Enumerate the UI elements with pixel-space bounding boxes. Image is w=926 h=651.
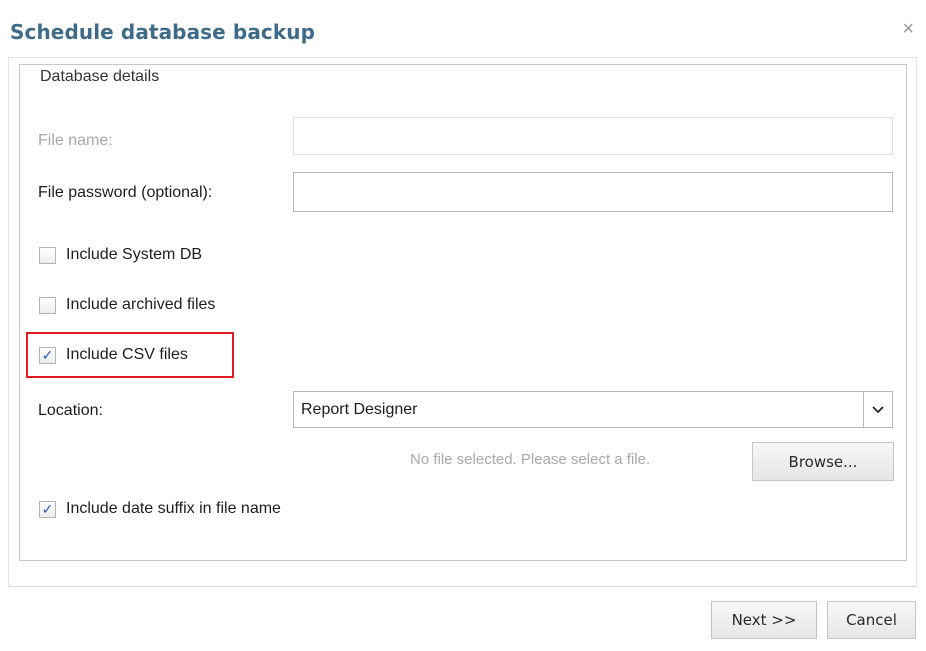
include-system-db-checkbox[interactable]: Include System DB — [39, 246, 202, 264]
file-password-input[interactable] — [293, 172, 893, 212]
chevron-down-icon-glyph — [872, 405, 884, 413]
checkbox-box[interactable] — [39, 246, 56, 264]
location-label: Location: — [38, 402, 103, 419]
file-name-input[interactable] — [293, 117, 893, 155]
schedule-backup-dialog: Schedule database backup × Database deta… — [0, 0, 926, 651]
chevron-down-icon[interactable] — [863, 392, 892, 427]
cancel-button[interactable]: Cancel — [827, 601, 916, 639]
include-archived-files-label: Include archived files — [66, 296, 216, 313]
location-select[interactable]: Report Designer — [293, 391, 893, 428]
close-icon[interactable]: × — [902, 18, 914, 40]
include-system-db-label: Include System DB — [66, 246, 203, 263]
include-archived-files-checkbox[interactable]: Include archived files — [39, 296, 215, 314]
next-button[interactable]: Next >> — [711, 601, 817, 639]
file-status-text: No file selected. Please select a file. — [410, 451, 651, 468]
include-date-suffix-checkbox[interactable]: ✓ Include date suffix in file name — [39, 500, 281, 518]
include-csv-files-checkbox[interactable]: ✓ Include CSV files — [39, 346, 188, 364]
location-selected-value: Report Designer — [301, 400, 418, 418]
checkmark-icon[interactable]: ✓ — [39, 500, 56, 518]
checkbox-box[interactable] — [39, 296, 56, 314]
checkmark-icon[interactable]: ✓ — [39, 346, 56, 364]
browse-button[interactable]: Browse... — [752, 442, 894, 481]
file-password-label: File password (optional): — [38, 184, 213, 201]
include-csv-files-label: Include CSV files — [66, 346, 188, 363]
file-name-label: File name: — [38, 132, 113, 149]
include-date-suffix-label: Include date suffix in file name — [66, 500, 281, 517]
database-details-legend: Database details — [35, 68, 165, 86]
dialog-title: Schedule database backup — [10, 20, 316, 44]
